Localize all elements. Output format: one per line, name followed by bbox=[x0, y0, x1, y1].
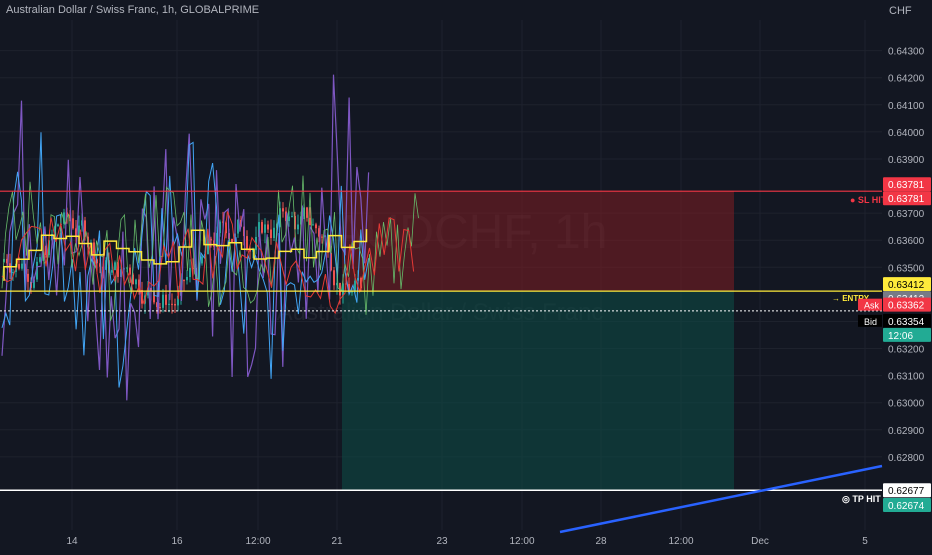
price-axis-tick: 0.63700 bbox=[888, 209, 925, 220]
candle-body bbox=[333, 270, 335, 286]
candle-body bbox=[183, 280, 185, 282]
chart-area[interactable]: AUDCHF, 1hAustralian Dollar / Swiss Fran… bbox=[0, 0, 932, 550]
price-axis-label: 0.63781 bbox=[888, 194, 925, 205]
candle-body bbox=[264, 224, 266, 233]
candle-body bbox=[171, 303, 173, 305]
price-axis-tick: 0.63000 bbox=[888, 399, 925, 410]
price-axis-tick: 0.62800 bbox=[888, 453, 925, 464]
candle-body bbox=[270, 229, 272, 239]
price-axis-tick: 0.63600 bbox=[888, 236, 925, 247]
candle-body bbox=[297, 224, 299, 230]
tp-hit-label: ◎ TP HIT bbox=[842, 494, 881, 504]
sl-hit-label: ● SL HIT bbox=[850, 195, 887, 205]
bid-tag-text: Bid bbox=[864, 317, 877, 327]
candle-body bbox=[231, 238, 233, 243]
take-profit-zone bbox=[342, 291, 734, 491]
candle-body bbox=[306, 207, 308, 218]
price-axis-tick: 0.63500 bbox=[888, 263, 925, 274]
symbol-title: Australian Dollar / Swiss Franc, 1h, GLO… bbox=[6, 4, 260, 16]
price-axis-label: 0.63412 bbox=[888, 280, 925, 291]
candle-body bbox=[174, 303, 176, 306]
stop-loss-zone bbox=[342, 191, 734, 292]
candle-body bbox=[111, 270, 113, 273]
candle-body bbox=[57, 224, 59, 227]
candle-body bbox=[309, 217, 311, 226]
ask-tag-text: Ask bbox=[864, 301, 880, 311]
price-axis-label: 12:06 bbox=[888, 331, 913, 342]
price-axis-tick: 0.63100 bbox=[888, 372, 925, 383]
price-axis-tick: 0.63200 bbox=[888, 345, 925, 356]
candle-body bbox=[21, 263, 23, 269]
time-axis-tick: 14 bbox=[66, 536, 78, 547]
candle-body bbox=[165, 294, 167, 305]
candle-body bbox=[321, 236, 323, 238]
candle-body bbox=[18, 264, 20, 269]
candle-body bbox=[267, 224, 269, 230]
candle-body bbox=[135, 279, 137, 285]
time-axis-tick: 28 bbox=[595, 536, 607, 547]
chart-canvas[interactable]: AUDCHF, 1hAustralian Dollar / Swiss Fran… bbox=[0, 0, 932, 550]
indicator-blue bbox=[1, 132, 370, 388]
candle-body bbox=[282, 208, 284, 212]
candle-body bbox=[186, 276, 188, 281]
time-axis-tick: 12:00 bbox=[509, 536, 534, 547]
time-axis-tick: 5 bbox=[862, 536, 868, 547]
candle-body bbox=[27, 273, 29, 282]
candle-body bbox=[9, 263, 11, 273]
price-axis-tick: 0.63900 bbox=[888, 155, 925, 166]
candle-body bbox=[273, 227, 275, 239]
candle-body bbox=[162, 294, 164, 308]
price-axis-tick: 0.64200 bbox=[888, 74, 925, 85]
price-axis-label: 0.62674 bbox=[888, 501, 925, 512]
candle-body bbox=[114, 262, 116, 271]
candle-body bbox=[168, 303, 170, 305]
candle-body bbox=[261, 222, 263, 233]
candle-body bbox=[159, 307, 161, 309]
price-axis-label: 0.63354 bbox=[888, 317, 925, 328]
candle-body bbox=[288, 216, 290, 222]
price-axis-label: 0.63362 bbox=[888, 301, 925, 312]
price-axis-tick: 0.64100 bbox=[888, 101, 925, 112]
time-axis-tick: 12:00 bbox=[668, 536, 693, 547]
candle-body bbox=[72, 218, 74, 229]
candle-body bbox=[315, 224, 317, 229]
candle-body bbox=[39, 257, 41, 262]
price-axis-tick: 0.64300 bbox=[888, 47, 925, 58]
candle-body bbox=[291, 215, 293, 217]
candle-body bbox=[246, 236, 248, 249]
time-axis-tick: 23 bbox=[436, 536, 448, 547]
price-axis-tick: 0.64000 bbox=[888, 128, 925, 139]
time-axis-tick: Dec bbox=[751, 536, 769, 547]
price-axis-label: 0.62677 bbox=[888, 486, 925, 497]
price-axis-label: 0.63781 bbox=[888, 180, 925, 191]
candle-body bbox=[189, 267, 191, 277]
candle-body bbox=[312, 224, 314, 226]
time-axis-tick: 16 bbox=[171, 536, 183, 547]
time-axis-tick: 12:00 bbox=[245, 536, 270, 547]
price-axis-tick: 0.62900 bbox=[888, 426, 925, 437]
time-axis-tick: 21 bbox=[331, 536, 343, 547]
candle-body bbox=[201, 256, 203, 264]
currency-label: CHF bbox=[889, 5, 912, 17]
